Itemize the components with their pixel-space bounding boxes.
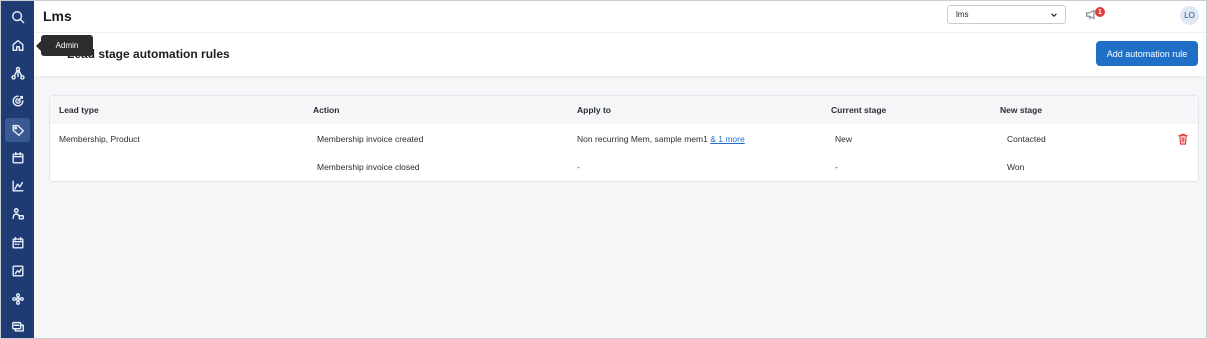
apply-to-more-link[interactable]: & 1 more bbox=[710, 134, 745, 144]
cell-current-stage: New bbox=[835, 134, 853, 144]
column-header-current-stage: Current stage bbox=[831, 105, 887, 115]
cell-current-stage: - bbox=[835, 162, 838, 172]
column-header-apply-to: Apply to bbox=[577, 105, 611, 115]
sidebar-item-search[interactable] bbox=[5, 5, 30, 29]
app-select-value: lms bbox=[956, 10, 969, 19]
page-header: Lead stage automation rules Add automati… bbox=[34, 33, 1206, 76]
sidebar-tooltip: Admin bbox=[36, 35, 93, 56]
cell-apply-to: Non recurring Mem, sample mem1 & 1 more bbox=[577, 134, 745, 144]
sidebar-item-target[interactable] bbox=[5, 89, 30, 113]
sidebar-item-calendar[interactable] bbox=[5, 146, 30, 170]
report-icon bbox=[11, 265, 24, 277]
calendar-icon bbox=[11, 152, 24, 164]
app-title: Lms bbox=[43, 8, 72, 24]
column-header-new-stage: New stage bbox=[1000, 105, 1043, 115]
column-header-action: Action bbox=[313, 105, 340, 115]
cell-new-stage: Contacted bbox=[1007, 134, 1046, 144]
sidebar-item-messages[interactable] bbox=[5, 315, 30, 338]
cell-action: Membership invoice closed bbox=[317, 162, 420, 172]
notification-badge: 1 bbox=[1095, 7, 1105, 17]
top-bar: Lms lms 1 LO bbox=[34, 1, 1206, 33]
add-automation-rule-button[interactable]: Add automation rule bbox=[1096, 41, 1198, 66]
messages-icon bbox=[11, 321, 24, 332]
sidebar-item-integrations[interactable] bbox=[5, 287, 30, 311]
network-icon bbox=[10, 66, 25, 80]
tag-icon bbox=[11, 124, 24, 136]
workflow-icon bbox=[11, 208, 24, 220]
search-icon bbox=[11, 11, 24, 24]
home-icon bbox=[11, 39, 24, 51]
trash-icon bbox=[1178, 133, 1188, 145]
sidebar-item-network[interactable] bbox=[5, 61, 30, 85]
cell-lead-type: Membership, Product bbox=[59, 134, 140, 144]
cell-new-stage: Won bbox=[1007, 162, 1025, 172]
chevron-down-icon bbox=[1051, 13, 1057, 18]
schedule-icon bbox=[11, 237, 24, 249]
target-icon bbox=[12, 95, 24, 107]
cell-action: Membership invoice created bbox=[317, 134, 424, 144]
sidebar bbox=[1, 1, 34, 338]
sidebar-item-chart[interactable] bbox=[5, 174, 30, 198]
sidebar-item-tags[interactable] bbox=[5, 118, 30, 142]
sidebar-item-reports[interactable] bbox=[5, 259, 30, 283]
integrations-icon bbox=[11, 293, 24, 305]
table-header: Lead type Action Apply to Current stage … bbox=[50, 96, 1198, 124]
cell-apply-to: - bbox=[577, 162, 580, 172]
sidebar-item-home[interactable] bbox=[5, 33, 30, 57]
chart-icon bbox=[11, 180, 24, 192]
delete-rule-button[interactable] bbox=[1178, 132, 1188, 145]
avatar[interactable]: LO bbox=[1180, 6, 1199, 25]
app-select[interactable]: lms bbox=[947, 5, 1066, 24]
rules-table: Lead type Action Apply to Current stage … bbox=[49, 95, 1199, 182]
sidebar-item-schedule[interactable] bbox=[5, 231, 30, 255]
sidebar-item-workflow[interactable] bbox=[5, 202, 30, 226]
apply-to-text: Non recurring Mem, sample mem1 bbox=[577, 134, 708, 144]
column-header-lead-type: Lead type bbox=[59, 105, 99, 115]
app-window: Admin Lms lms 1 LO Lead stage automation… bbox=[0, 0, 1207, 339]
